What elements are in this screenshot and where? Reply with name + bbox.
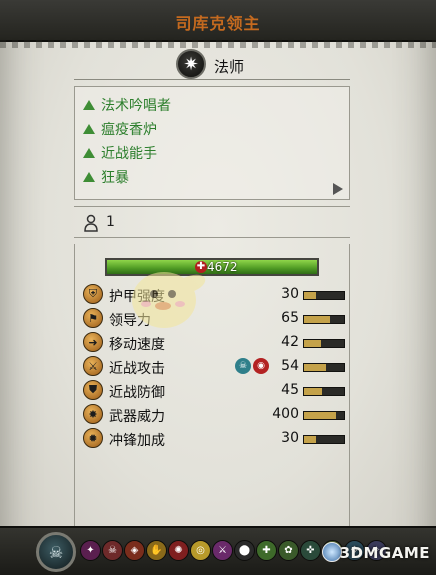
stat-value: 400 — [272, 406, 299, 422]
ability-item[interactable]: 近战能手 — [83, 143, 157, 163]
speed-icon: ➜ — [83, 332, 103, 352]
title-bar: 司库克领主 — [0, 0, 436, 48]
melee-attack-icon: ⚔ — [83, 356, 103, 376]
weapon-strength-icon: ✸ — [83, 404, 103, 424]
ability-triangle-icon — [83, 172, 95, 182]
attribute-icon[interactable]: ✦ — [80, 540, 101, 561]
person-icon — [84, 214, 98, 232]
ability-triangle-icon — [83, 148, 95, 158]
stat-bar-fill — [304, 340, 321, 347]
stat-label: 近战攻击 — [109, 361, 165, 377]
attribute-icon[interactable]: ✋ — [146, 540, 167, 561]
melee-defence-icon: ⛊ — [83, 380, 103, 400]
attribute-icon[interactable]: ✺ — [168, 540, 189, 561]
stat-row-charge-bonus[interactable]: ✹ 冲锋加成 30 — [83, 428, 345, 450]
stat-value: 42 — [281, 334, 299, 350]
stat-bar-fill — [304, 412, 336, 419]
expand-arrow-icon[interactable] — [333, 183, 343, 195]
stat-bar-fill — [304, 364, 326, 371]
unit-class-row: ✷ 法师 — [74, 48, 350, 84]
star-burst-icon[interactable]: ✷ — [176, 49, 206, 79]
attribute-icon[interactable]: ⬤ — [234, 540, 255, 561]
unit-class-label: 法师 — [214, 58, 245, 76]
stat-bar-fill — [304, 316, 330, 323]
stat-value: 45 — [281, 382, 299, 398]
stat-label: 移动速度 — [109, 337, 165, 353]
stat-bar-fill — [304, 436, 316, 443]
attribute-icon[interactable]: ✚ — [256, 540, 277, 561]
ability-item[interactable]: 狂暴 — [83, 167, 129, 187]
charge-bonus-icon: ✹ — [83, 428, 103, 448]
attribute-icon[interactable]: ☠ — [102, 540, 123, 561]
ability-label: 法术吟唱者 — [101, 98, 171, 114]
mascot-watermark-icon — [132, 272, 206, 328]
stat-value: 54 — [281, 358, 299, 374]
stat-bar — [303, 435, 345, 444]
attack-bonus-icons: ☠ ◉ — [235, 358, 269, 374]
ability-label: 狂暴 — [101, 170, 129, 186]
attributes-bar: ☠ ✦ ☠ ◈ ✋ ✺ ◎ ⚔ ⬤ ✚ ✿ ✜ ☘ ❖ ✧ 3DMGAME — [0, 526, 436, 575]
ability-label: 近战能手 — [101, 146, 157, 162]
stat-label: 近战防御 — [109, 385, 165, 401]
attribute-icon[interactable]: ◈ — [124, 540, 145, 561]
stat-bar — [303, 363, 345, 372]
attribute-icon[interactable]: ✿ — [278, 540, 299, 561]
stat-label: 武器威力 — [109, 409, 165, 425]
ability-item[interactable]: 瘟疫香炉 — [83, 119, 157, 139]
attribute-icon[interactable]: ✜ — [300, 540, 321, 561]
stat-bar-fill — [304, 388, 322, 395]
divider — [74, 79, 350, 80]
stat-value: 65 — [281, 310, 299, 326]
stat-row-weapon-strength[interactable]: ✸ 武器威力 400 — [83, 404, 345, 426]
ability-label: 瘟疫香炉 — [101, 122, 157, 138]
ability-triangle-icon — [83, 100, 95, 110]
stat-bar — [303, 411, 345, 420]
stat-label: 冲锋加成 — [109, 433, 165, 449]
site-watermark: 3DMGAME — [339, 544, 430, 562]
stat-row-melee-attack[interactable]: ⚔ 近战攻击 ☠ ◉ 54 — [83, 356, 345, 378]
stat-bar — [303, 315, 345, 324]
armor-piercing-icon[interactable]: ◉ — [253, 358, 269, 374]
leadership-icon: ⚑ — [83, 308, 103, 328]
attribute-icon[interactable]: ◎ — [190, 540, 211, 561]
ability-item[interactable]: 法术吟唱者 — [83, 95, 171, 115]
ability-triangle-icon — [83, 124, 95, 134]
unit-count: 1 — [106, 214, 115, 230]
abilities-list: 法术吟唱者 瘟疫香炉 近战能手 狂暴 — [74, 86, 350, 200]
stat-bar — [303, 339, 345, 348]
unit-name: 司库克领主 — [175, 14, 261, 33]
attribute-icon[interactable]: ⚔ — [212, 540, 233, 561]
poison-attack-icon[interactable]: ☠ — [235, 358, 251, 374]
stat-row-speed[interactable]: ➜ 移动速度 42 — [83, 332, 345, 354]
stat-bar-fill — [304, 292, 316, 299]
unit-portrait-icon[interactable]: ☠ — [36, 532, 76, 572]
stat-value: 30 — [281, 430, 299, 446]
unit-count-row: 1 — [74, 206, 350, 238]
stat-bar — [303, 291, 345, 300]
stat-value: 30 — [281, 286, 299, 302]
armor-icon: ⛨ — [83, 284, 103, 304]
stat-row-melee-defence[interactable]: ⛊ 近战防御 45 — [83, 380, 345, 402]
stat-bar — [303, 387, 345, 396]
